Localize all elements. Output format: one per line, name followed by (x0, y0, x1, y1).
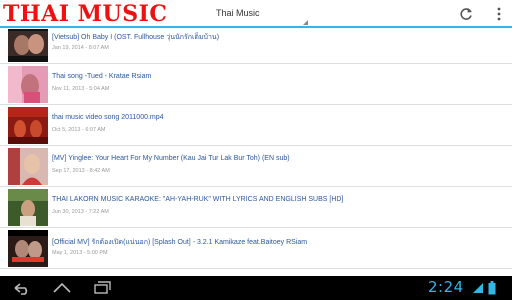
video-thumbnail (8, 107, 48, 144)
video-row[interactable]: [Official MV] รักต้องเปิด(แน่นอก) [Splas… (0, 228, 512, 269)
video-thumbnail (8, 189, 48, 226)
video-title: [Vietsub] Oh Baby I (OST. Fullhouse วุ่น… (52, 34, 220, 41)
spinner-selected-value: Thai Music (216, 8, 260, 18)
refresh-icon[interactable] (458, 6, 474, 22)
wifi-icon (473, 283, 483, 293)
action-bar: THAI MUSIC Thai Music (0, 0, 512, 28)
battery-icon (488, 281, 496, 295)
spinner-arrow-icon (303, 20, 308, 25)
video-title: Thai song -Tued - Kratae Rsiam (52, 73, 152, 80)
overflow-menu-icon[interactable] (493, 6, 505, 22)
video-row[interactable]: THAI LAKORN MUSIC KARAOKE: "AH-YAH-RUK" … (0, 187, 512, 228)
video-thumbnail (8, 230, 48, 267)
video-date: Sep 17, 2013 - 8:42 AM (52, 168, 110, 174)
video-date: Jan 19, 2014 - 8:07 AM (52, 45, 109, 51)
video-date: Jun 30, 2013 - 7:22 AM (52, 209, 109, 215)
video-title: THAI LAKORN MUSIC KARAOKE: "AH-YAH-RUK" … (52, 196, 344, 203)
status-clock: 2:24 (428, 278, 464, 296)
video-date: May 1, 2013 - 5:00 PM (52, 250, 108, 256)
video-row[interactable]: [Vietsub] Oh Baby I (OST. Fullhouse วุ่น… (0, 29, 512, 64)
video-thumbnail (8, 66, 48, 103)
app-logo: THAI MUSIC (3, 1, 168, 27)
home-icon[interactable] (52, 280, 72, 296)
video-date: Nov 11, 2013 - 5:04 AM (52, 86, 110, 92)
video-title: thai music video song 2011000.mp4 (52, 114, 164, 121)
recent-apps-icon[interactable] (92, 280, 112, 296)
video-thumbnail (8, 29, 48, 62)
video-title: [Official MV] รักต้องเปิด(แน่นอก) [Splas… (52, 239, 308, 246)
video-title: [MV] Yinglee: Your Heart For My Number (… (52, 155, 290, 162)
video-row[interactable]: [MV] Yinglee: Your Heart For My Number (… (0, 146, 512, 187)
video-thumbnail (8, 148, 48, 185)
video-row[interactable]: thai music video song 2011000.mp4 Oct 5,… (0, 105, 512, 146)
system-navigation-bar: 2:24 (0, 276, 512, 300)
video-row[interactable]: Thai song -Tued - Kratae Rsiam Nov 11, 2… (0, 64, 512, 105)
video-list: [Vietsub] Oh Baby I (OST. Fullhouse วุ่น… (0, 29, 512, 276)
category-spinner[interactable]: Thai Music (212, 0, 308, 27)
back-icon[interactable] (12, 280, 32, 296)
video-date: Oct 5, 2013 - 6:07 AM (52, 127, 106, 133)
